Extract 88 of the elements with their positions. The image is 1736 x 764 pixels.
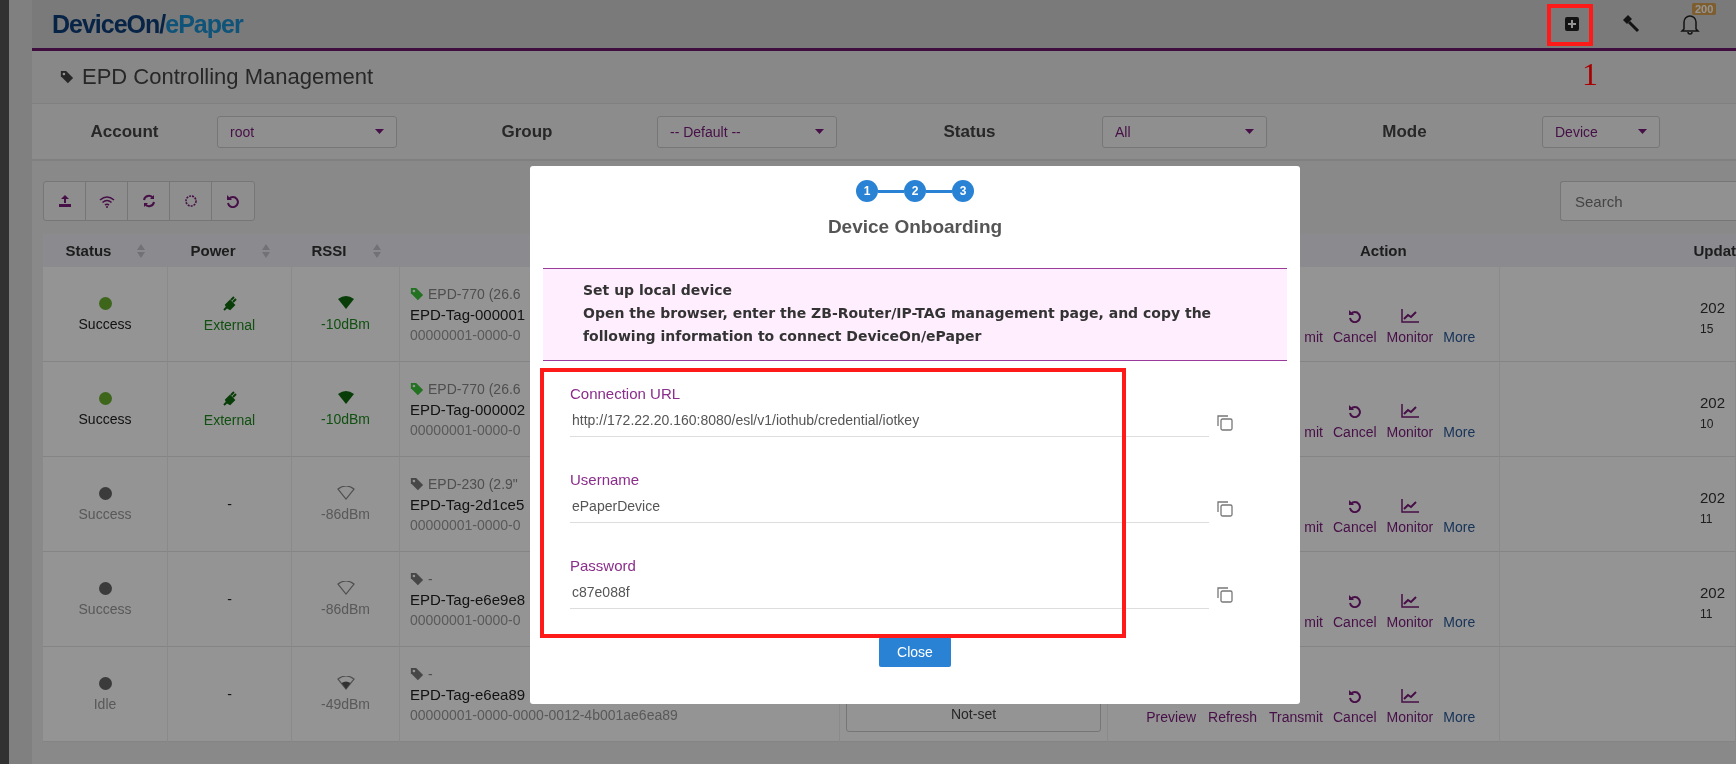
status-text: Idle bbox=[93, 695, 117, 712]
cancel-link[interactable]: Cancel bbox=[1333, 614, 1377, 630]
field-label: Username bbox=[570, 471, 641, 488]
action-link[interactable]: mit bbox=[1304, 519, 1323, 535]
updated-text: 11 bbox=[1700, 607, 1713, 621]
column-header: Action bbox=[1360, 242, 1407, 259]
status-text: Success bbox=[78, 410, 132, 427]
model-text: - bbox=[428, 665, 433, 682]
device-name: EPD-Tag-000001 bbox=[410, 305, 526, 323]
info-text: Open the browser, enter the ZB-Router/IP-TAG management page, and copy the following information to connect DeviceOn/ePaper bbox=[583, 304, 1213, 346]
field-label: Password bbox=[570, 557, 637, 574]
updated-text: 202 bbox=[1700, 299, 1726, 316]
device-name: EPD-Tag-000002 bbox=[410, 400, 526, 418]
power-text: External bbox=[203, 317, 256, 333]
filter-label: Mode bbox=[1381, 121, 1428, 142]
updated-text: 202 bbox=[1700, 489, 1726, 506]
updated-text: 15 bbox=[1700, 322, 1714, 336]
more-link[interactable]: More bbox=[1443, 519, 1476, 535]
app-logo[interactable]: DeviceOn/ePaper bbox=[52, 9, 243, 39]
cancel-link[interactable]: Cancel bbox=[1333, 329, 1377, 345]
model-text: EPD-770 (26.6 bbox=[428, 380, 521, 397]
action-link[interactable]: mit bbox=[1304, 424, 1323, 440]
device-name: EPD-Tag-e6e9e8 bbox=[410, 590, 526, 608]
search-field[interactable]: Search bbox=[1560, 181, 1736, 221]
close-button[interactable]: Close bbox=[879, 637, 951, 667]
filter-label: Status bbox=[942, 121, 997, 142]
model-text: EPD-770 (26.6 bbox=[428, 285, 521, 302]
more-link[interactable]: More bbox=[1443, 709, 1476, 725]
updated-text: 202 bbox=[1700, 394, 1726, 411]
monitor-link[interactable]: Monitor bbox=[1386, 519, 1434, 535]
info-heading: Set up local device bbox=[583, 281, 734, 300]
more-link[interactable]: More bbox=[1443, 614, 1476, 630]
page-title: EPD Controlling Management bbox=[82, 64, 374, 90]
device-name: EPD-Tag-e6ea89 bbox=[410, 685, 526, 703]
power-text: - bbox=[227, 686, 232, 702]
updated-text: 10 bbox=[1700, 417, 1714, 431]
device-id: 00000001-0000-0000-0012-4b001ae6ea89 bbox=[410, 706, 678, 723]
filter-dropdown[interactable]: Device bbox=[1542, 115, 1660, 148]
more-link[interactable]: More bbox=[1443, 329, 1476, 345]
action-link[interactable]: Refresh bbox=[1208, 709, 1258, 725]
rssi-text: -10dBm bbox=[321, 316, 370, 332]
step-circle: 2 bbox=[904, 180, 926, 202]
monitor-link[interactable]: Monitor bbox=[1386, 329, 1434, 345]
action-link[interactable]: Transmit bbox=[1269, 709, 1323, 725]
cancel-link[interactable]: Cancel bbox=[1333, 709, 1377, 725]
notification-badge: 200 bbox=[1692, 3, 1717, 15]
cancel-link[interactable]: Cancel bbox=[1333, 519, 1377, 535]
status-text: Success bbox=[78, 315, 132, 332]
device-id: 00000001-0000-0 bbox=[410, 516, 521, 533]
power-text: External bbox=[203, 412, 256, 428]
status-text: Success bbox=[78, 600, 132, 617]
action-link[interactable]: mit bbox=[1304, 614, 1323, 630]
device-id: 00000001-0000-0 bbox=[410, 326, 521, 343]
monitor-link[interactable]: Monitor bbox=[1386, 424, 1434, 440]
step-circle: 1 bbox=[856, 180, 878, 202]
power-text: - bbox=[227, 591, 232, 607]
cancel-link[interactable]: Cancel bbox=[1333, 424, 1377, 440]
field-label: Connection URL bbox=[570, 385, 682, 402]
column-header[interactable]: Power bbox=[190, 242, 236, 259]
model-text: EPD-230 (2.9" bbox=[428, 475, 518, 492]
filter-label: Account bbox=[89, 121, 160, 142]
updated-text: 11 bbox=[1700, 512, 1713, 526]
action-link[interactable]: mit bbox=[1304, 329, 1323, 345]
annotation-number: 1 bbox=[1582, 56, 1598, 93]
rssi-text: -10dBm bbox=[321, 411, 370, 427]
action-link[interactable]: Preview bbox=[1146, 709, 1197, 725]
column-header: Updat bbox=[1693, 242, 1736, 259]
updated-text: 202 bbox=[1700, 584, 1726, 601]
monitor-link[interactable]: Monitor bbox=[1386, 614, 1434, 630]
rssi-text: -86dBm bbox=[321, 506, 370, 522]
more-link[interactable]: More bbox=[1443, 424, 1476, 440]
filter-dropdown[interactable]: All bbox=[1102, 115, 1267, 148]
rssi-text: -49dBm bbox=[321, 696, 370, 712]
filter-dropdown[interactable]: root bbox=[217, 115, 397, 148]
status-text: Success bbox=[78, 505, 132, 522]
dialog-title: Device Onboarding bbox=[827, 216, 1003, 238]
monitor-link[interactable]: Monitor bbox=[1386, 709, 1434, 725]
device-name: EPD-Tag-2d1ce5 bbox=[410, 495, 525, 513]
device-id: 00000001-0000-0 bbox=[410, 421, 521, 438]
filter-dropdown[interactable]: -- Default -- bbox=[657, 115, 837, 148]
device-id: 00000001-0000-0 bbox=[410, 611, 521, 628]
filter-label: Group bbox=[500, 121, 554, 142]
column-header[interactable]: RSSI bbox=[311, 242, 347, 259]
model-text: - bbox=[428, 570, 433, 587]
power-text: - bbox=[227, 496, 232, 512]
column-header[interactable]: Status bbox=[65, 242, 112, 259]
rssi-text: -86dBm bbox=[321, 601, 370, 617]
step-circle: 3 bbox=[952, 180, 974, 202]
